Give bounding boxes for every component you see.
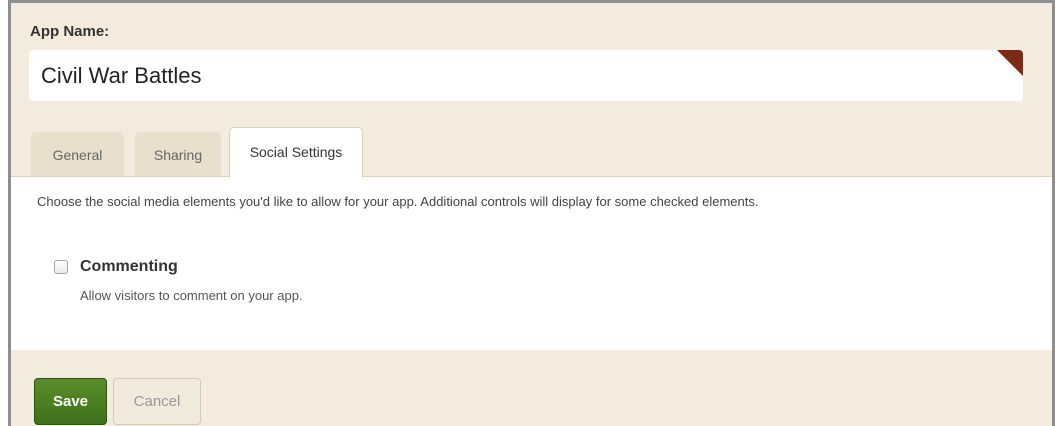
save-button[interactable]: Save xyxy=(34,378,107,425)
commenting-label[interactable]: Commenting xyxy=(80,258,178,276)
app-name-label: App Name: xyxy=(30,23,110,40)
social-settings-panel: Choose the social media elements you'd l… xyxy=(11,176,1052,350)
cancel-button[interactable]: Cancel xyxy=(113,378,201,425)
tab-sharing[interactable]: Sharing xyxy=(135,132,221,177)
app-name-input[interactable]: Civil War Battles xyxy=(29,50,1023,101)
tab-social-settings[interactable]: Social Settings xyxy=(229,127,363,178)
commenting-description: Allow visitors to comment on your app. xyxy=(80,288,303,303)
commenting-checkbox[interactable] xyxy=(54,260,68,274)
app-settings-frame: App Name: Civil War Battles General Shar… xyxy=(8,0,1055,426)
social-settings-intro: Choose the social media elements you'd l… xyxy=(37,194,759,209)
tab-general[interactable]: General xyxy=(31,132,124,177)
corner-flag-icon xyxy=(997,50,1023,76)
app-name-value: Civil War Battles xyxy=(41,63,202,88)
